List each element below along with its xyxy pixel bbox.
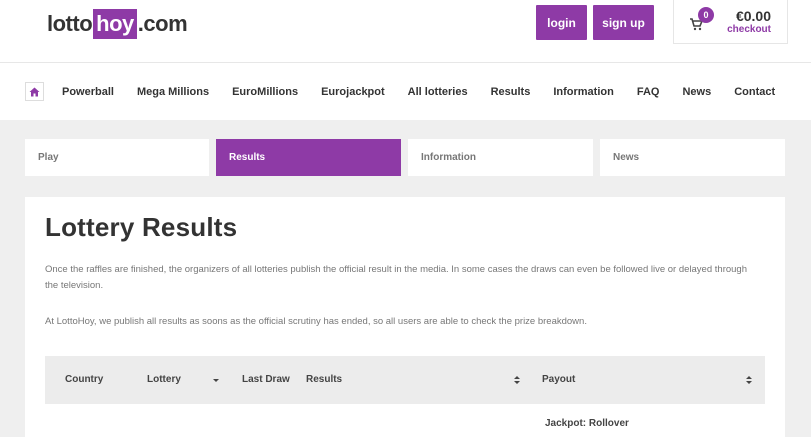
nav-item-all-lotteries[interactable]: All lotteries (408, 86, 468, 98)
tab-information[interactable]: Information (408, 139, 593, 176)
logo-text-com: .com (137, 11, 188, 36)
signup-button[interactable]: sign up (593, 5, 654, 40)
column-header-last-draw[interactable]: Last Draw (242, 356, 290, 404)
checkout-link[interactable]: checkout (727, 24, 771, 35)
sort-both-icon (746, 376, 752, 384)
cart-widget[interactable]: 0 €0.00 checkout (673, 0, 788, 44)
page-title: Lottery Results (45, 212, 238, 242)
tab-play[interactable]: Play (25, 139, 209, 176)
nav-item-contact[interactable]: Contact (734, 86, 775, 98)
sort-down-icon (213, 379, 219, 382)
column-header-country[interactable]: Country (65, 356, 103, 404)
tab-results[interactable]: Results (216, 139, 401, 176)
nav-item-eurojackpot[interactable]: Eurojackpot (321, 86, 385, 98)
nav-item-news[interactable]: News (682, 86, 711, 98)
nav-item-euromillions[interactable]: EuroMillions (232, 86, 298, 98)
main-nav: Powerball Mega Millions EuroMillions Eur… (0, 62, 811, 120)
nav-item-powerball[interactable]: Powerball (62, 86, 114, 98)
login-button[interactable]: login (536, 5, 587, 40)
results-table-header: Country Lottery Last Draw Results Payout (45, 356, 765, 404)
sort-both-icon (514, 376, 520, 384)
home-button[interactable] (25, 82, 44, 101)
home-icon (29, 87, 40, 96)
column-header-payout[interactable]: Payout (542, 356, 575, 404)
site-header: lotto hoy .com login sign up 0 €0.00 che… (0, 0, 811, 62)
logo-text-hoy: hoy (93, 9, 137, 39)
nav-item-faq[interactable]: FAQ (637, 86, 660, 98)
cart-count-badge: 0 (698, 7, 714, 23)
intro-paragraph: Once the raffles are finished, the organ… (45, 264, 747, 291)
info-paragraph: At LottoHoy, we publish all results as s… (45, 316, 587, 327)
payout-cell: Jackpot: Rollover (545, 418, 629, 429)
nav-item-mega-millions[interactable]: Mega Millions (137, 86, 209, 98)
results-card: Lottery Results Once the raffles are fin… (25, 197, 785, 437)
tab-news[interactable]: News (600, 139, 785, 176)
column-header-results[interactable]: Results (306, 356, 342, 404)
nav-item-information[interactable]: Information (553, 86, 614, 98)
column-header-lottery[interactable]: Lottery (147, 356, 181, 404)
lottohoy-logo[interactable]: lotto hoy .com (47, 8, 188, 40)
nav-item-results[interactable]: Results (491, 86, 531, 98)
logo-text-lotto: lotto (47, 11, 93, 36)
cart-amount: €0.00 (735, 8, 771, 24)
